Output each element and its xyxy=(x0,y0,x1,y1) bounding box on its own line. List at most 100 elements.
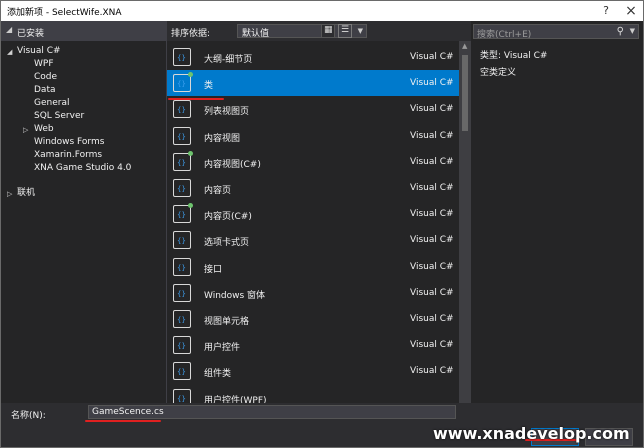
template-language: Visual C# xyxy=(410,366,454,377)
template-name: 接口 xyxy=(204,264,223,275)
chevron-down-icon[interactable]: ▼ xyxy=(630,27,635,35)
tree-expander-icon[interactable]: ◢ xyxy=(7,48,12,56)
brace-glyph: {} xyxy=(177,342,186,351)
tree-item[interactable]: Data xyxy=(34,84,56,97)
list-view-button[interactable]: ☰ xyxy=(338,24,352,38)
template-item[interactable]: {} 用户控件 Visual C# xyxy=(167,332,459,358)
interface-icon: {} xyxy=(173,257,191,276)
brace-glyph: {} xyxy=(177,263,186,272)
tree-expander-icon[interactable]: ▷ xyxy=(7,190,12,198)
details-pane: 搜索(Ctrl+E) ⚲ ▼ 类型: Visual C# 空类定义 xyxy=(471,21,643,403)
template-item[interactable]: {} 视图单元格 Visual C# xyxy=(167,306,459,332)
template-item[interactable]: {} 内容视图 Visual C# xyxy=(167,123,459,149)
list-toolbar: 排序依据: 默认值 ▼ ▦ ☰ xyxy=(167,21,459,41)
page-icon: {} xyxy=(173,48,191,66)
search-box[interactable]: 搜索(Ctrl+E) ⚲ ▼ xyxy=(473,24,639,40)
item-description: 空类定义 xyxy=(480,68,517,78)
template-item[interactable]: {} 列表视图页 Visual C# xyxy=(167,96,459,122)
list-scrollbar[interactable]: ▲ xyxy=(459,41,471,403)
template-item[interactable]: {} 类 Visual C# xyxy=(167,70,459,97)
template-name: 用户控件 xyxy=(204,343,241,354)
template-item[interactable]: {} Windows 窗体 Visual C# xyxy=(167,280,459,306)
template-item[interactable]: {} 内容视图(C#) Visual C# xyxy=(167,149,459,175)
template-name: 大纲-细节页 xyxy=(204,55,253,65)
tree-expander-icon[interactable]: ▷ xyxy=(23,126,28,134)
tree-item[interactable]: Web xyxy=(34,123,54,136)
page-icon: {} xyxy=(173,231,191,250)
installed-header[interactable]: ◢ 已安装 xyxy=(1,21,167,41)
template-item[interactable]: {} 选项卡式页 Visual C# xyxy=(167,227,459,253)
form-icon: {} xyxy=(173,283,191,302)
template-item[interactable]: {} 接口 Visual C# xyxy=(167,254,459,280)
chevron-down-icon: ▼ xyxy=(357,27,363,35)
status-dot-icon xyxy=(188,150,193,156)
template-language: Visual C# xyxy=(410,52,454,62)
tree-item[interactable]: Visual C# xyxy=(17,45,61,58)
brace-glyph: {} xyxy=(177,80,186,89)
name-label: 名称(N): xyxy=(11,411,46,421)
brace-glyph: {} xyxy=(177,185,186,193)
page-icon: {} xyxy=(173,310,191,328)
tree-item[interactable]: Windows Forms xyxy=(34,136,104,149)
template-name: 用户控件(WPF) xyxy=(204,395,267,403)
template-name: 内容页 xyxy=(204,186,232,196)
class-icon: {} xyxy=(173,150,193,171)
type-line: 类型: Visual C# xyxy=(480,51,548,61)
template-item[interactable]: {} 内容页(C#) Visual C# xyxy=(167,201,459,227)
brace-glyph: {} xyxy=(177,289,186,298)
template-language: Visual C# xyxy=(410,340,454,351)
template-language: Visual C# xyxy=(410,314,454,324)
template-name: 列表视图页 xyxy=(204,107,250,118)
brace-glyph: {} xyxy=(177,132,186,141)
help-button[interactable]: ? xyxy=(598,3,614,19)
category-tree-pane: ◢ 已安装 ◢ Visual C# WPF Code Data General SQL Se… xyxy=(1,21,167,403)
tree-item[interactable]: Code xyxy=(34,71,57,84)
tree-item[interactable]: WPF xyxy=(34,58,54,71)
red-underline-annotation xyxy=(85,420,161,422)
close-button[interactable]: × xyxy=(623,3,639,19)
template-language: Visual C# xyxy=(410,209,454,220)
template-name: 选项卡式页 xyxy=(204,238,250,249)
page-icon: {} xyxy=(173,179,191,197)
name-input[interactable]: GameScence.cs xyxy=(88,405,456,419)
tree-item[interactable]: Xamarin.Forms xyxy=(34,149,102,162)
red-underline-annotation xyxy=(168,98,224,100)
brace-glyph: {} xyxy=(177,158,186,167)
tree-item[interactable]: XNA Game Studio 4.0 xyxy=(34,162,131,175)
tree-item[interactable]: General xyxy=(34,97,69,110)
page-icon: {} xyxy=(173,126,191,145)
grid-view-button[interactable]: ▦ xyxy=(321,24,335,38)
template-item[interactable]: {} 用户控件(WPF) xyxy=(167,385,459,403)
brace-glyph: {} xyxy=(177,368,186,377)
dialog-title: 添加新项 - SelectWife.XNA xyxy=(7,8,122,18)
tree-item[interactable]: SQL Server xyxy=(34,110,84,123)
tree-item[interactable]: 联机 xyxy=(17,187,35,200)
add-new-item-dialog: 添加新项 - SelectWife.XNA ? × ◢ 已安装 ◢ Visual … xyxy=(0,0,644,448)
sort-label: 排序依据: xyxy=(171,29,211,39)
sort-value: 默认值 xyxy=(242,29,270,39)
brace-glyph: {} xyxy=(177,106,186,115)
title-bar: 添加新项 - SelectWife.XNA ? × xyxy=(1,1,643,21)
template-language: Visual C# xyxy=(410,78,454,89)
page-icon: {} xyxy=(173,100,191,119)
template-name: Windows 窗体 xyxy=(204,290,266,301)
template-name: 内容视图(C#) xyxy=(204,159,261,170)
scroll-up-icon: ▲ xyxy=(462,42,468,50)
brace-glyph: {} xyxy=(177,316,186,324)
component-icon: {} xyxy=(173,362,191,381)
search-placeholder: 搜索(Ctrl+E) xyxy=(477,30,532,40)
brace-glyph: {} xyxy=(177,394,186,403)
scroll-thumb[interactable] xyxy=(462,55,468,131)
template-language: Visual C# xyxy=(410,287,454,298)
installed-label: 已安装 xyxy=(17,29,45,39)
brace-glyph: {} xyxy=(177,211,186,220)
template-item[interactable]: {} 组件类 Visual C# xyxy=(167,358,459,384)
status-dot-icon xyxy=(188,72,193,78)
template-name: 视图单元格 xyxy=(204,317,250,327)
template-language: Visual C# xyxy=(410,130,454,141)
class-icon: {} xyxy=(173,72,193,93)
template-name: 内容视图 xyxy=(204,133,241,144)
template-item[interactable]: {} 内容页 Visual C# xyxy=(167,175,459,201)
template-item[interactable]: {} 大纲-细节页 Visual C# xyxy=(167,44,459,70)
search-icon[interactable]: ⚲ xyxy=(617,26,624,37)
